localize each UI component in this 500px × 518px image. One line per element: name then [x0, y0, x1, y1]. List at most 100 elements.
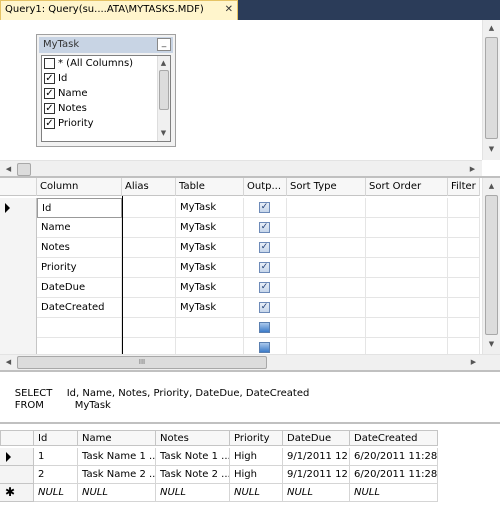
result-cell[interactable]: NULL [34, 484, 78, 502]
column-item[interactable]: * (All Columns) [42, 56, 170, 71]
sql-pane[interactable]: SELECT Id, Name, Notes, Priority, DateDue… [0, 372, 500, 422]
scroll-thumb[interactable] [485, 195, 498, 335]
diagram-vertical-scrollbar[interactable]: ▲ ▼ [482, 20, 500, 160]
table-cell[interactable]: MyTask [176, 198, 244, 218]
row-header[interactable] [0, 218, 37, 238]
column-checkbox[interactable]: ✓ [44, 88, 55, 99]
column-item[interactable]: ✓ Name [42, 86, 170, 101]
scroll-right-icon[interactable]: ▶ [466, 355, 481, 370]
sort-order-cell[interactable] [366, 198, 448, 218]
column-header-filter[interactable]: Filter [448, 178, 480, 196]
result-cell[interactable]: NULL [230, 484, 283, 502]
filter-cell[interactable] [448, 318, 480, 338]
scroll-down-icon[interactable]: ▼ [484, 337, 499, 352]
column-checkbox[interactable] [44, 58, 55, 69]
column-header-column[interactable]: Column [37, 178, 122, 196]
filter-cell[interactable] [448, 218, 480, 238]
query-tab[interactable]: Query1: Query(su....ATA\MYTASKS.MDF) ✕ [0, 0, 238, 20]
results-new-row[interactable]: ✱ NULL NULL NULL NULL NULL NULL [0, 484, 438, 502]
alias-cell[interactable] [122, 298, 176, 318]
column-checkbox[interactable]: ✓ [44, 118, 55, 129]
row-header[interactable] [0, 198, 37, 218]
alias-cell[interactable] [122, 218, 176, 238]
column-item[interactable]: ✓ Priority [42, 116, 170, 131]
results-header-id[interactable]: Id [34, 430, 78, 446]
sort-order-cell[interactable] [366, 318, 448, 338]
sort-type-cell[interactable] [287, 278, 366, 298]
row-header[interactable] [0, 298, 37, 318]
column-cell[interactable]: Id [37, 198, 122, 218]
alias-cell[interactable] [122, 258, 176, 278]
result-cell[interactable]: High [230, 448, 283, 466]
alias-cell[interactable] [122, 278, 176, 298]
scroll-up-icon[interactable]: ▲ [484, 179, 499, 194]
output-cell[interactable]: ✓ [244, 218, 287, 238]
output-cell[interactable]: ✓ [244, 238, 287, 258]
result-cell[interactable]: 6/20/2011 11:28... [350, 448, 438, 466]
sort-type-cell[interactable] [287, 258, 366, 278]
sort-type-cell[interactable] [287, 318, 366, 338]
result-cell[interactable]: NULL [283, 484, 350, 502]
output-cell[interactable]: ✓ [244, 278, 287, 298]
result-cell[interactable]: 6/20/2011 11:28... [350, 466, 438, 484]
row-header[interactable] [0, 466, 34, 484]
results-header-priority[interactable]: Priority [230, 430, 283, 446]
result-cell[interactable]: NULL [156, 484, 230, 502]
scroll-left-icon[interactable]: ◀ [1, 355, 16, 370]
criteria-horizontal-scrollbar[interactable]: ◀ III ▶ [0, 354, 500, 370]
column-cell[interactable]: DateCreated [37, 298, 122, 318]
sort-order-cell[interactable] [366, 218, 448, 238]
output-checkbox[interactable]: ✓ [259, 262, 270, 273]
result-cell[interactable]: Task Name 2 ... [78, 466, 156, 484]
column-item[interactable]: ✓ Id [42, 71, 170, 86]
row-header[interactable] [0, 318, 37, 338]
column-header-alias[interactable]: Alias [122, 178, 176, 196]
scroll-right-icon[interactable]: ▶ [465, 162, 480, 177]
column-cell[interactable]: Name [37, 218, 122, 238]
criteria-row[interactable]: Notes MyTask ✓ [0, 238, 480, 258]
sort-order-cell[interactable] [366, 278, 448, 298]
column-header-output[interactable]: Outp... [244, 178, 287, 196]
minimize-icon[interactable]: _ [157, 38, 171, 51]
filter-cell[interactable] [448, 258, 480, 278]
column-cell[interactable]: Notes [37, 238, 122, 258]
column-cell[interactable]: Priority [37, 258, 122, 278]
criteria-row[interactable]: Priority MyTask ✓ [0, 258, 480, 278]
table-cell[interactable]: MyTask [176, 298, 244, 318]
scroll-down-icon[interactable]: ▼ [484, 142, 499, 157]
result-cell[interactable]: 1 [34, 448, 78, 466]
criteria-row[interactable]: DateDue MyTask ✓ [0, 278, 480, 298]
column-header-sort-order[interactable]: Sort Order [366, 178, 448, 196]
scroll-up-icon[interactable]: ▲ [157, 56, 170, 71]
filter-cell[interactable] [448, 238, 480, 258]
filter-cell[interactable] [448, 298, 480, 318]
results-header-datecreated[interactable]: DateCreated [350, 430, 438, 446]
output-checkbox[interactable] [259, 322, 270, 333]
output-checkbox[interactable]: ✓ [259, 282, 270, 293]
table-cell[interactable]: MyTask [176, 278, 244, 298]
results-header-name[interactable]: Name [78, 430, 156, 446]
output-cell[interactable]: ✓ [244, 258, 287, 278]
row-header[interactable] [0, 258, 37, 278]
scroll-thumb[interactable] [485, 37, 498, 139]
criteria-row[interactable]: DateCreated MyTask ✓ [0, 298, 480, 318]
column-list-scrollbar[interactable]: ▲ ▼ [157, 56, 170, 141]
sort-type-cell[interactable] [287, 218, 366, 238]
filter-cell[interactable] [448, 198, 480, 218]
scroll-left-icon[interactable]: ◀ [1, 162, 16, 177]
sort-type-cell[interactable] [287, 238, 366, 258]
row-header[interactable]: ✱ [0, 484, 34, 502]
sort-order-cell[interactable] [366, 238, 448, 258]
column-cell[interactable]: DateDue [37, 278, 122, 298]
table-cell[interactable]: MyTask [176, 238, 244, 258]
output-checkbox[interactable]: ✓ [259, 222, 270, 233]
sort-type-cell[interactable] [287, 298, 366, 318]
alias-cell[interactable] [122, 238, 176, 258]
table-diagram-mytask[interactable]: MyTask _ * (All Columns) ✓ Id ✓ Name ✓ N… [36, 34, 176, 147]
table-cell[interactable]: MyTask [176, 218, 244, 238]
filter-cell[interactable] [448, 278, 480, 298]
scroll-up-icon[interactable]: ▲ [484, 21, 499, 36]
scroll-thumb[interactable] [17, 163, 31, 176]
results-header-notes[interactable]: Notes [156, 430, 230, 446]
column-cell[interactable] [37, 318, 122, 338]
